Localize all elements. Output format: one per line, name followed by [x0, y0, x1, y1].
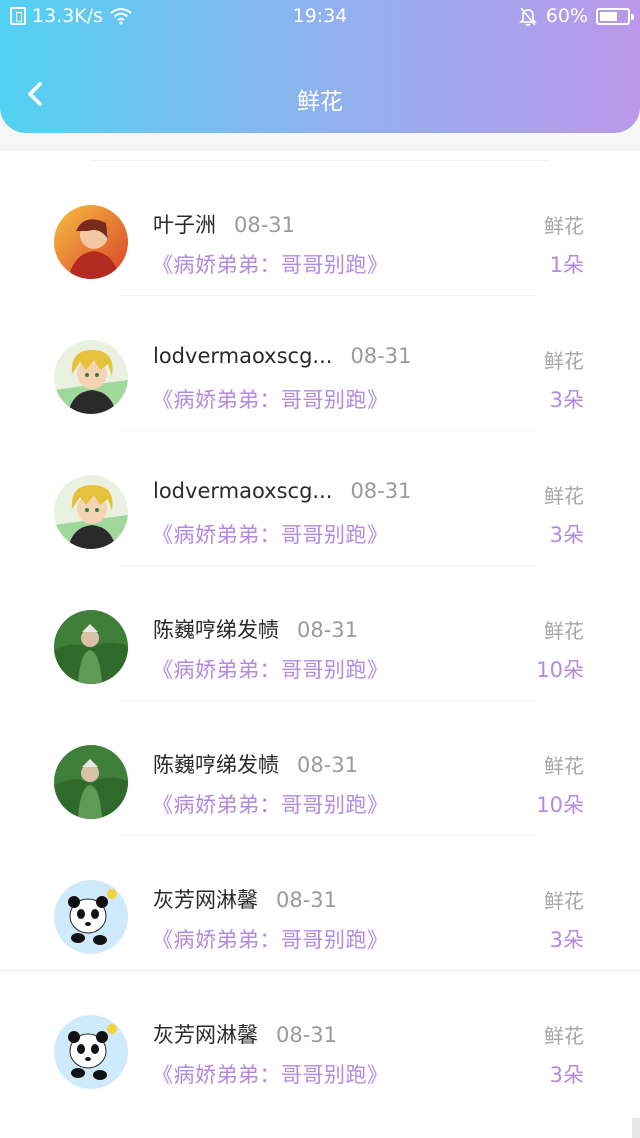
gift-count: 3朵	[549, 928, 584, 952]
gift-date: 08-31	[350, 479, 412, 503]
list-item[interactable]: 陈巍哼绨发帻 08-31 《病娇弟弟：哥哥别跑》 鲜花 10朵	[0, 691, 640, 836]
book-title-link[interactable]: 《病娇弟弟：哥哥别跑》	[152, 519, 389, 549]
list-item[interactable]: 灰芳网淋馨 08-31 《病娇弟弟：哥哥别跑》 鲜花 3朵	[0, 826, 640, 971]
gift-type: 鲜花	[544, 889, 584, 913]
gift-count: 3朵	[549, 388, 584, 412]
page-title: 鲜花	[297, 89, 343, 115]
gift-type: 鲜花	[544, 349, 584, 373]
avatar[interactable]	[54, 205, 128, 279]
user-name-line: lodvermaoxscg... 08-31	[153, 344, 411, 368]
avatar[interactable]	[54, 610, 128, 684]
gift-type: 鲜花	[544, 619, 584, 643]
user-name: 灰芳网淋馨	[153, 888, 258, 912]
user-name-line: 叶子洲 08-31	[153, 209, 295, 239]
book-title-link[interactable]: 《病娇弟弟：哥哥别跑》	[152, 789, 389, 819]
user-name: 灰芳网淋馨	[153, 1023, 258, 1047]
book-title-link[interactable]: 《病娇弟弟：哥哥别跑》	[152, 249, 389, 279]
app-header: 13.3K/s 19:34 60% 鲜花	[0, 0, 640, 133]
gift-type: 鲜花	[544, 1024, 584, 1048]
gift-date: 08-31	[234, 213, 296, 237]
user-name: lodvermaoxscg...	[153, 344, 333, 368]
user-name-line: 灰芳网淋馨 08-31	[153, 884, 337, 914]
status-bar: 13.3K/s 19:34 60%	[0, 0, 640, 34]
user-name-line: 陈巍哼绨发帻 08-31	[153, 614, 358, 644]
avatar[interactable]	[54, 340, 128, 414]
gift-date: 08-31	[276, 1023, 338, 1047]
list-item[interactable]: lodvermaoxscg... 08-31 《病娇弟弟：哥哥别跑》 鲜花 3朵	[0, 286, 640, 431]
list-item[interactable]: 灰芳网淋馨 08-31 《病娇弟弟：哥哥别跑》 鲜花 3朵	[0, 961, 640, 1096]
book-title-link[interactable]: 《病娇弟弟：哥哥别跑》	[152, 924, 389, 954]
divider	[0, 970, 640, 971]
gift-date: 08-31	[276, 888, 338, 912]
gift-date: 08-31	[350, 344, 412, 368]
battery-icon	[596, 7, 634, 25]
gift-count: 3朵	[549, 1063, 584, 1087]
gift-count: 10朵	[536, 793, 584, 817]
book-title-link[interactable]: 《病娇弟弟：哥哥别跑》	[152, 1059, 389, 1089]
list-item[interactable]: 叶子洲 08-31 《病娇弟弟：哥哥别跑》 鲜花 1朵	[0, 151, 640, 296]
avatar[interactable]	[54, 475, 128, 549]
user-name: 陈巍哼绨发帻	[153, 753, 279, 777]
user-name-line: 陈巍哼绨发帻 08-31	[153, 749, 358, 779]
battery-percent: 60%	[545, 5, 588, 27]
user-name-line: lodvermaoxscg... 08-31	[153, 479, 411, 503]
gift-count: 1朵	[549, 253, 584, 277]
user-name: lodvermaoxscg...	[153, 479, 333, 503]
user-name-line: 灰芳网淋馨 08-31	[153, 1019, 337, 1049]
user-name: 陈巍哼绨发帻	[153, 618, 279, 642]
user-name: 叶子洲	[153, 213, 216, 237]
gift-count: 3朵	[549, 523, 584, 547]
list-item[interactable]: lodvermaoxscg... 08-31 《病娇弟弟：哥哥别跑》 鲜花 3朵	[0, 421, 640, 566]
gift-type: 鲜花	[544, 754, 584, 778]
gift-count: 10朵	[536, 658, 584, 682]
book-title-link[interactable]: 《病娇弟弟：哥哥别跑》	[152, 654, 389, 684]
status-right: 60%	[518, 5, 634, 27]
list-item[interactable]: 陈巍哼绨发帻 08-31 《病娇弟弟：哥哥别跑》 鲜花 10朵	[0, 556, 640, 701]
gift-record-list[interactable]: 叶子洲 08-31 《病娇弟弟：哥哥别跑》 鲜花 1朵 lodvermaoxscg...…	[0, 151, 640, 1138]
book-title-link[interactable]: 《病娇弟弟：哥哥别跑》	[152, 384, 389, 414]
avatar[interactable]	[54, 880, 128, 954]
gift-date: 08-31	[297, 753, 359, 777]
avatar[interactable]	[54, 1015, 128, 1089]
bell-muted-icon	[518, 6, 538, 26]
gift-date: 08-31	[297, 618, 359, 642]
avatar[interactable]	[54, 745, 128, 819]
gift-type: 鲜花	[544, 484, 584, 508]
gift-type: 鲜花	[544, 214, 584, 238]
scrollbar[interactable]	[632, 1118, 640, 1138]
